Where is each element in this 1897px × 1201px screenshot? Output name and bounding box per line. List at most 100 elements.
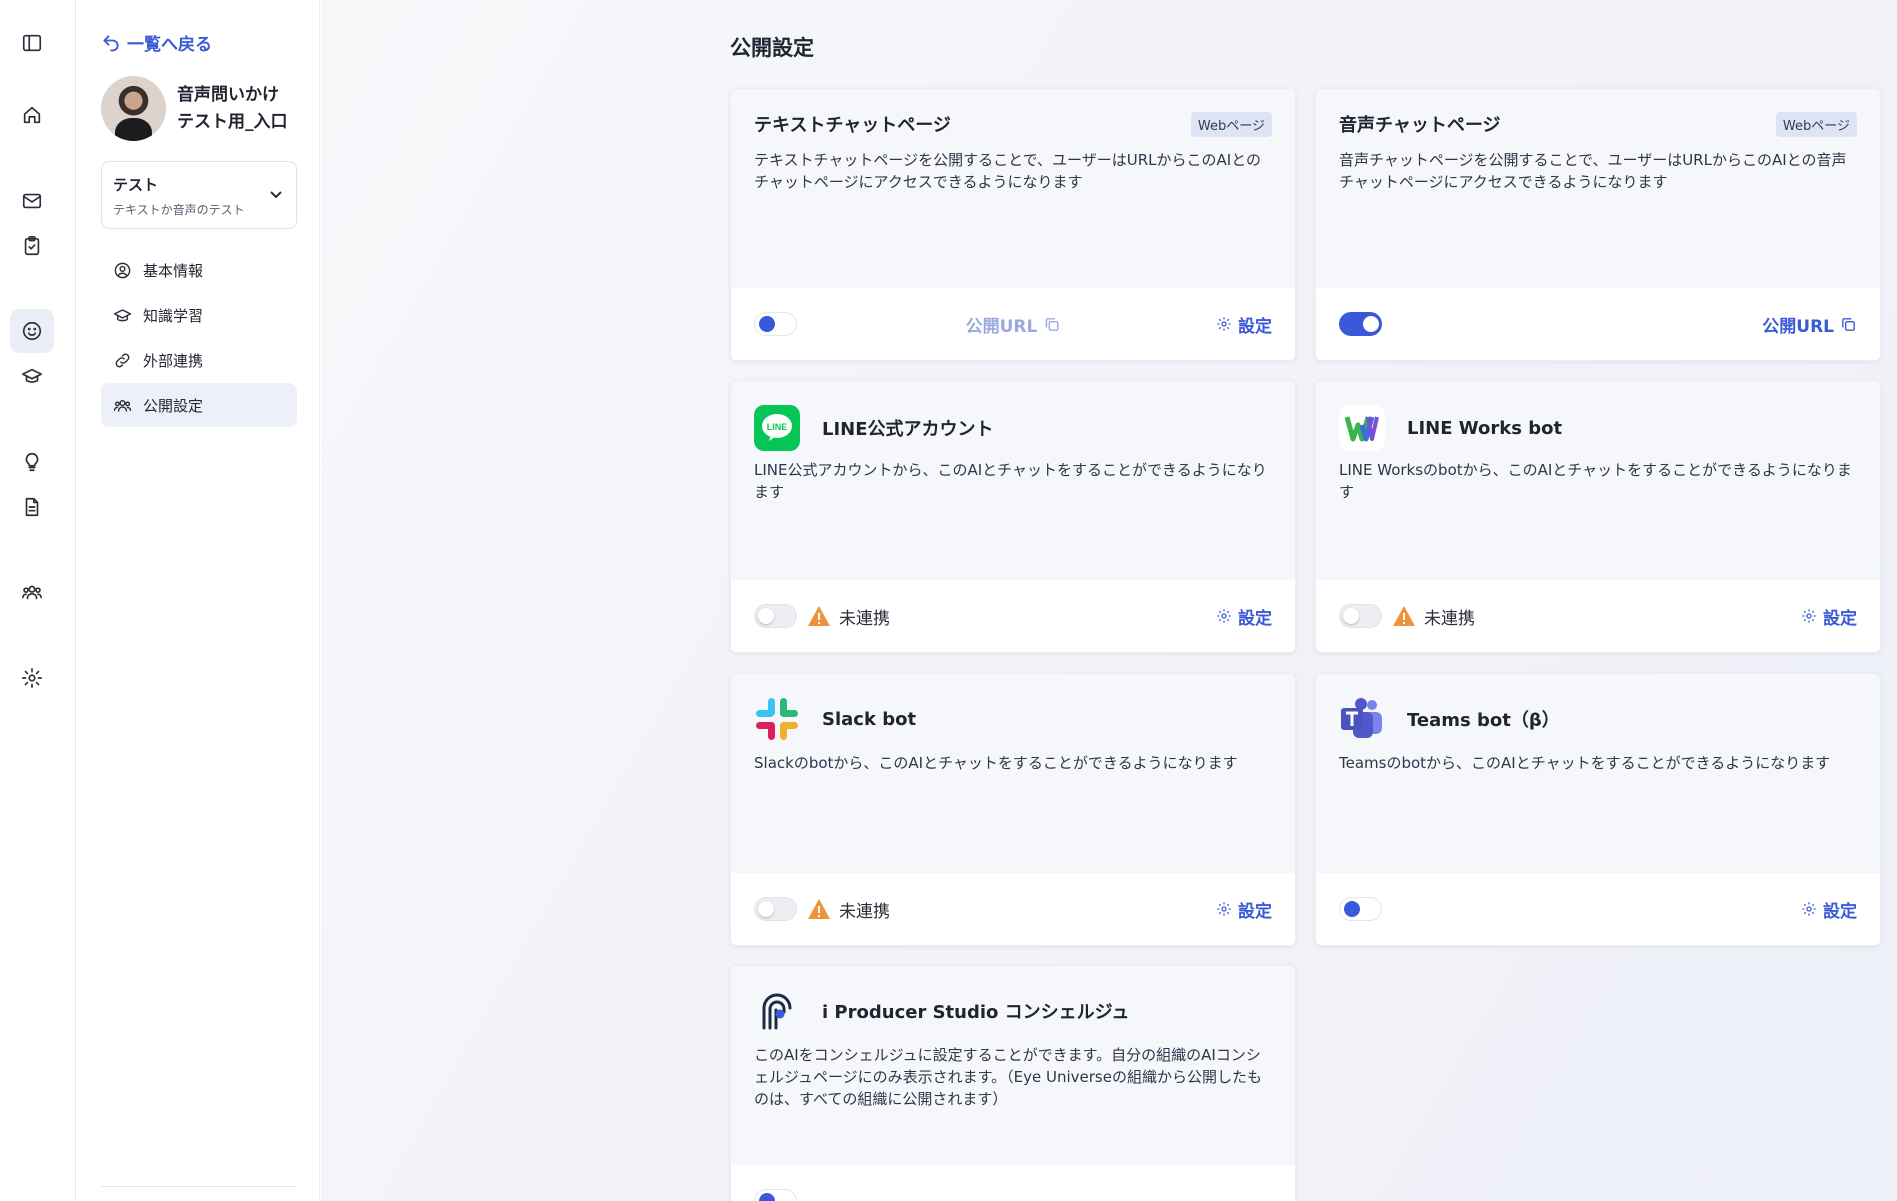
page-title: 公開設定: [730, 36, 814, 60]
line-works-logo-icon: [1339, 405, 1385, 451]
card-description: 音声チャットページを公開することで、ユーザーはURLからこのAIとの音声チャット…: [1339, 151, 1847, 191]
user-circle-icon: [114, 262, 131, 278]
lightbulb-icon[interactable]: [10, 440, 54, 484]
back-to-list-link[interactable]: 一覧へ戻る: [101, 30, 212, 55]
teams-bot-card: Teams bot（β） Teamsのbotから、このAIとチャットをすることが…: [1315, 673, 1881, 946]
mail-icon[interactable]: [10, 179, 54, 223]
card-description: このAIをコンシェルジュに設定することができます。自分の組織のAIコンシェルジュ…: [754, 1046, 1262, 1108]
publish-toggle[interactable]: [1339, 604, 1382, 628]
sidebar-nav: 基本情報 知識学習 外部連携 公開設定: [101, 248, 297, 428]
svg-text:LINE: LINE: [767, 422, 788, 432]
connection-status: 未連携: [1392, 604, 1475, 629]
warning-icon: [1393, 606, 1415, 626]
card-footer: 未連携 設定: [731, 580, 1295, 652]
settings-button[interactable]: 設定: [1216, 604, 1272, 629]
sidebar-item-label: 知識学習: [143, 306, 204, 325]
sidebar-item-knowledge[interactable]: 知識学習: [101, 293, 297, 337]
sidebar-item-publish-settings[interactable]: 公開設定: [101, 383, 297, 427]
settings-label: 設定: [1823, 901, 1857, 922]
publish-toggle[interactable]: [1339, 312, 1382, 336]
agent-profile: 音声問いかけ テスト用_入口: [101, 76, 288, 141]
gear-icon: [1802, 902, 1816, 916]
card-title: LINE Works bot: [1407, 417, 1563, 439]
card-title: テキストチャットページ: [754, 115, 951, 136]
card-description: テキストチャットページを公開することで、ユーザーはURLからこのAIとのチャット…: [754, 151, 1262, 191]
status-label: 未連携: [1424, 608, 1475, 629]
settings-label: 設定: [1238, 901, 1272, 922]
sidebar-item-label: 公開設定: [143, 396, 204, 415]
card-description: LINE Worksのbotから、このAIとチャットをすることができるようになり…: [1339, 461, 1852, 501]
card-footer: 未連携 設定: [1316, 580, 1880, 652]
card-footer: 公開URL 設定: [731, 288, 1295, 360]
public-url-link[interactable]: 公開URL: [966, 312, 1061, 337]
card-description: LINE公式アカウントから、このAIとチャットをすることができるようになります: [754, 461, 1267, 501]
card-footer: [731, 1165, 1295, 1201]
copy-icon: [1842, 317, 1855, 331]
public-url-link[interactable]: 公開URL: [1762, 312, 1857, 337]
publish-toggle[interactable]: [754, 897, 797, 921]
mode-select-value: テスト: [113, 176, 159, 194]
gear-icon[interactable]: [10, 656, 54, 700]
publish-toggle[interactable]: [1339, 897, 1382, 921]
chevron-down-icon: [268, 186, 284, 202]
settings-button[interactable]: 設定: [1801, 604, 1857, 629]
mode-select-subtitle: テキストか音声のテスト: [113, 203, 245, 217]
line-works-bot-card: LINE Works bot LINE Worksのbotから、このAIとチャッ…: [1315, 380, 1881, 653]
sidebar-item-label: 基本情報: [143, 261, 204, 280]
card-footer: 未連携 設定: [731, 873, 1295, 945]
sidebar-toggle-icon[interactable]: [10, 21, 54, 65]
card-footer: 設定: [1316, 873, 1880, 945]
connection-status: 未連携: [807, 897, 890, 922]
line-logo-icon: LINE: [754, 405, 800, 451]
settings-button[interactable]: 設定: [1801, 897, 1857, 922]
settings-label: 設定: [1823, 608, 1857, 629]
card-title: 音声チャットページ: [1339, 115, 1501, 136]
avatar: [101, 76, 166, 141]
settings-button[interactable]: 設定: [1216, 897, 1272, 922]
graduation-cap-icon[interactable]: [10, 354, 54, 398]
clipboard-check-icon[interactable]: [10, 224, 54, 268]
sidebar-item-basic-info[interactable]: 基本情報: [101, 248, 297, 292]
undo-arrow-icon: [103, 34, 119, 51]
agent-name-line1: 音声問いかけ: [177, 84, 279, 105]
settings-button[interactable]: 設定: [1216, 312, 1272, 337]
document-icon[interactable]: [10, 485, 54, 529]
sidebar-item-label: 外部連携: [143, 351, 204, 370]
people-icon[interactable]: [10, 570, 54, 614]
warning-icon: [808, 606, 830, 626]
main-content: 公開設定 テキストチャットページ Webページ テキストチャットページを公開する…: [321, 0, 1897, 1201]
sidebar-item-integrations[interactable]: 外部連携: [101, 338, 297, 382]
web-page-badge: Webページ: [1190, 111, 1272, 137]
slack-logo-icon: [754, 696, 800, 742]
card-title: i Producer Studio コンシェルジュ: [822, 1002, 1130, 1023]
i-producer-studio-logo-icon: [754, 988, 800, 1034]
publish-toggle[interactable]: [754, 1189, 797, 1201]
graduation-cap-icon: [113, 308, 132, 321]
gear-icon: [1217, 609, 1231, 623]
people-icon: [113, 399, 132, 412]
teams-logo-icon: [1339, 696, 1385, 742]
status-label: 未連携: [839, 608, 890, 629]
slack-bot-card: Slack bot Slackのbotから、このAIとチャットをすることができる…: [730, 673, 1296, 946]
warning-icon: [808, 899, 830, 919]
card-footer: 公開URL: [1316, 288, 1880, 360]
public-url-label: 公開URL: [965, 316, 1038, 337]
voice-chat-page-card: 音声チャットページ Webページ 音声チャットページを公開することで、ユーザーは…: [1315, 88, 1881, 361]
card-title: Teams bot（β）: [1407, 710, 1560, 731]
publish-toggle[interactable]: [754, 604, 797, 628]
smile-icon[interactable]: [10, 309, 54, 353]
back-link-label: 一覧へ戻る: [127, 35, 212, 55]
gear-icon: [1217, 317, 1231, 331]
line-official-account-card: LINE LINE公式アカウント LINE公式アカウントから、このAIとチャット…: [730, 380, 1296, 653]
text-chat-page-card: テキストチャットページ Webページ テキストチャットページを公開することで、ユ…: [730, 88, 1296, 361]
card-title: Slack bot: [822, 708, 917, 730]
settings-label: 設定: [1238, 316, 1272, 337]
link-icon: [115, 353, 130, 367]
public-url-label: 公開URL: [1762, 316, 1834, 337]
gear-icon: [1217, 902, 1231, 916]
mode-select[interactable]: テスト テキストか音声のテスト: [101, 161, 297, 229]
home-icon[interactable]: [10, 93, 54, 137]
publish-toggle[interactable]: [754, 312, 797, 336]
card-title: LINE公式アカウント: [822, 419, 994, 440]
card-description: Slackのbotから、このAIとチャットをすることができるようになります: [754, 754, 1238, 772]
